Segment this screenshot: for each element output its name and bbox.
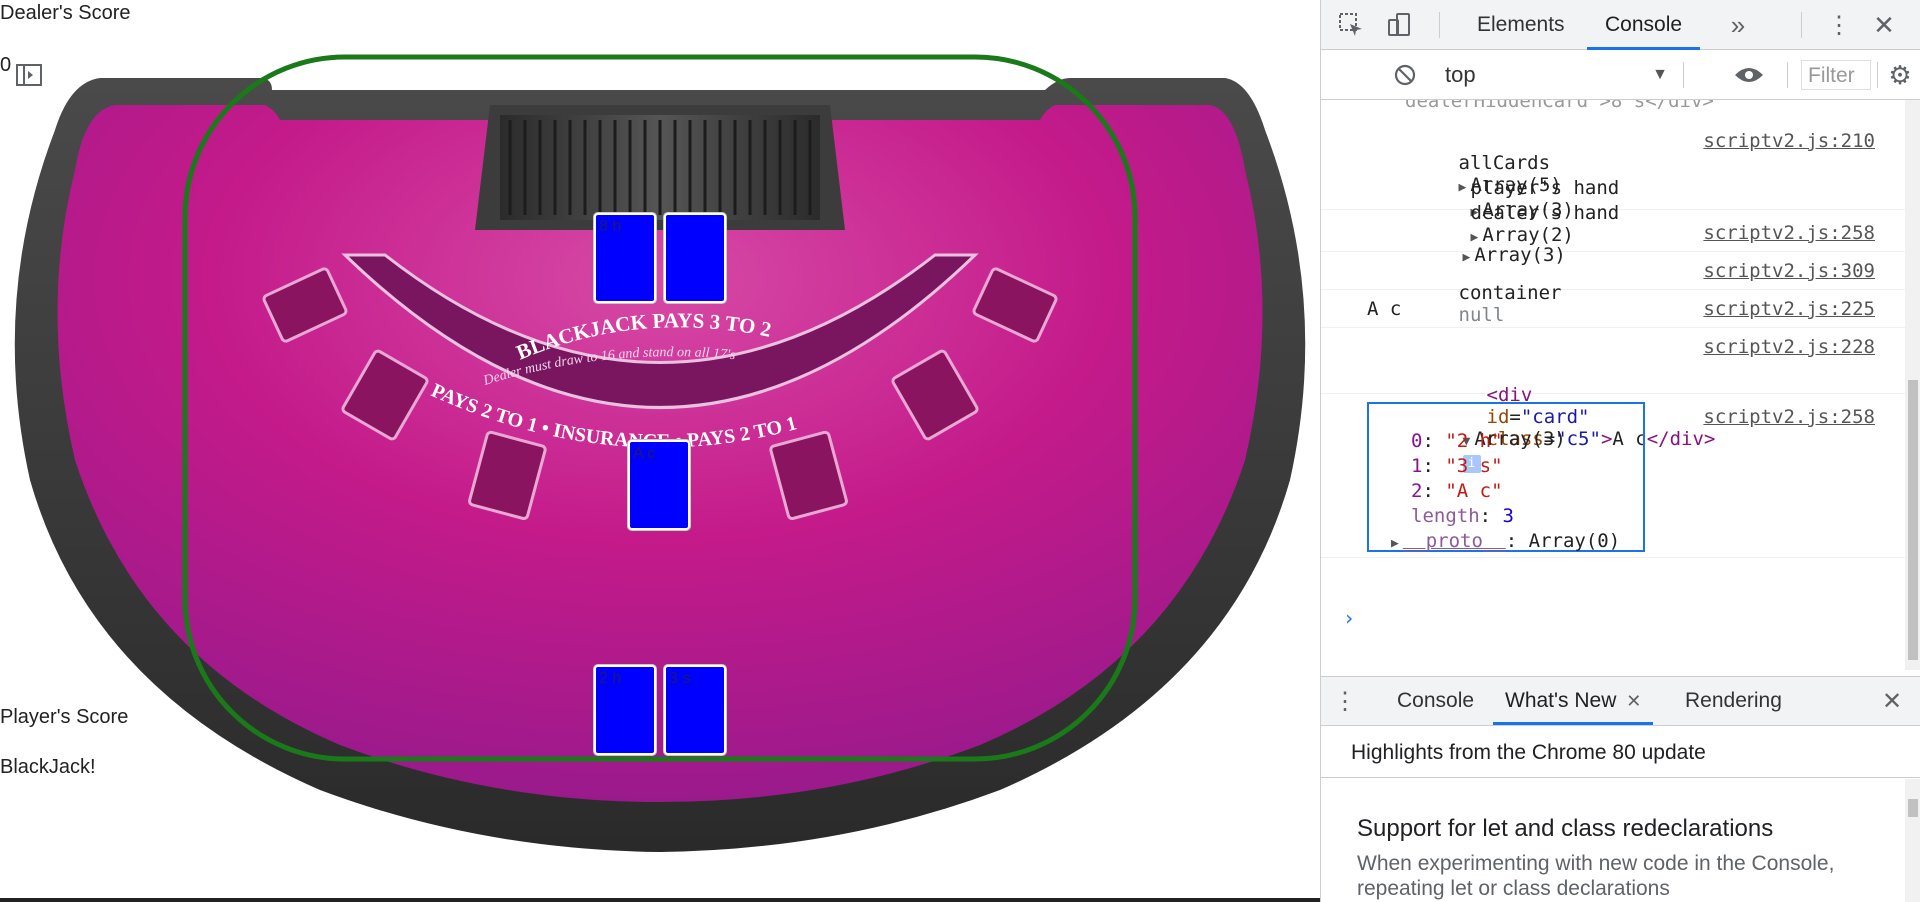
dealer-score-label: Dealer's Score — [0, 2, 131, 24]
scroll-thumb[interactable] — [1908, 799, 1918, 817]
console-message: ▼ Array(3) i scriptv2.js:258 0: "2 h" 1: … — [1321, 398, 1905, 558]
separator — [1787, 62, 1788, 88]
player-score-label: Player's Score — [0, 706, 129, 728]
drawer-tab-whats-new[interactable]: What's New ✕ — [1493, 677, 1654, 725]
source-link[interactable]: scriptv2.js:258 — [1703, 406, 1875, 428]
sidebar-toggle-icon[interactable] — [14, 60, 44, 90]
drawer-tab-console[interactable]: Console — [1393, 677, 1478, 725]
scroll-thumb[interactable] — [1908, 380, 1918, 660]
source-link[interactable]: scriptv2.js:225 — [1703, 298, 1875, 320]
dealer-hidden-card — [664, 213, 726, 303]
player-card: 3 s — [664, 665, 726, 755]
console-messages: dealerHiddenCard">8 s</div> allCards ▶ Ar… — [1321, 100, 1905, 670]
drawer-scrollbar[interactable] — [1905, 779, 1920, 902]
context-value: top — [1445, 62, 1476, 87]
array-length: length: 3 — [1411, 505, 1514, 527]
dropdown-arrow-icon: ▼ — [1652, 66, 1668, 83]
drawer-tab-rendering[interactable]: Rendering — [1681, 677, 1786, 725]
clear-console-icon[interactable] — [1390, 60, 1420, 90]
whats-new-header: Highlights from the Chrome 80 update — [1321, 728, 1920, 778]
more-tabs-icon[interactable]: » — [1723, 10, 1753, 40]
inspect-element-icon[interactable] — [1335, 10, 1367, 40]
console-message: allCards ▶ Array(5) scriptv2.js:210 playe… — [1321, 124, 1905, 246]
game-page: Dealer's Score 0 BLACKJACK PAYS 3 TO 2 D… — [0, 0, 1320, 902]
whats-new-body: Support for let and class redeclarations… — [1321, 779, 1905, 902]
tab-elements[interactable]: Elements — [1473, 0, 1569, 50]
player-card: 2 h — [594, 665, 656, 755]
close-tab-icon[interactable]: ✕ — [1626, 691, 1641, 711]
drawer-tabbar: ⋮ Console What's New ✕ Rendering ✕ — [1321, 676, 1920, 726]
console-toolbar: top ▼ Filter ⚙ — [16, 50, 1920, 100]
settings-gear-icon[interactable]: ⚙ — [1885, 60, 1915, 90]
eye-icon[interactable] — [1731, 60, 1767, 90]
device-toolbar-icon[interactable] — [1383, 10, 1415, 40]
console-message: A c scriptv2.js:225 — [1321, 294, 1905, 328]
drawer-menu-icon[interactable]: ⋮ — [1333, 685, 1357, 717]
console-message: scriptv2.js:228 <div id="card" class="c5… — [1321, 332, 1905, 450]
player-status: BlackJack! — [0, 756, 96, 778]
console-message: container null scriptv2.js:309 — [1321, 256, 1905, 326]
source-link[interactable]: scriptv2.js:309 — [1703, 260, 1875, 282]
source-link[interactable]: scriptv2.js:210 — [1703, 130, 1875, 152]
whats-new-item-title[interactable]: Support for let and class redeclarations — [1357, 815, 1773, 843]
array-item: 0: "2 h" — [1411, 430, 1503, 452]
tab-console[interactable]: Console — [1587, 0, 1701, 50]
array-proto[interactable]: ▶ __proto__: Array(0) — [1391, 530, 1620, 552]
console-message: ▶ Array(3) scriptv2.js:258 — [1321, 218, 1905, 266]
context-selector[interactable]: top ▼ — [1439, 58, 1674, 92]
chip-tray — [475, 105, 845, 230]
array-item: 2: "A c" — [1411, 480, 1503, 502]
array-item: 1: "3 s" — [1411, 455, 1503, 477]
devtools-panel: Elements Console » ⋮ ✕ top ▼ Filter ⚙ de… — [16, 0, 1920, 902]
cut-off-message: dealerHiddenCard">8 s</div> — [1405, 100, 1714, 112]
dealer-card: 8 h — [594, 213, 656, 303]
separator — [1801, 12, 1802, 38]
log-text: A c — [1367, 298, 1402, 320]
separator — [1683, 62, 1684, 88]
kebab-menu-icon[interactable]: ⋮ — [1827, 10, 1851, 40]
separator — [1439, 12, 1440, 38]
console-scrollbar[interactable] — [1905, 100, 1920, 670]
filter-input[interactable]: Filter — [1801, 60, 1871, 90]
page-bottom-edge — [0, 898, 1320, 902]
drawn-card: A c — [628, 440, 690, 530]
separator — [1877, 62, 1878, 88]
source-link[interactable]: scriptv2.js:258 — [1703, 222, 1875, 244]
console-prompt-icon[interactable]: › — [1343, 606, 1355, 630]
close-drawer-icon[interactable]: ✕ — [1877, 685, 1907, 717]
source-link[interactable]: scriptv2.js:228 — [1703, 336, 1875, 358]
close-icon[interactable]: ✕ — [1869, 10, 1899, 40]
devtools-tabbar: Elements Console » ⋮ ✕ — [1321, 0, 1920, 50]
whats-new-item-text: When experimenting with new code in the … — [1357, 852, 1835, 900]
